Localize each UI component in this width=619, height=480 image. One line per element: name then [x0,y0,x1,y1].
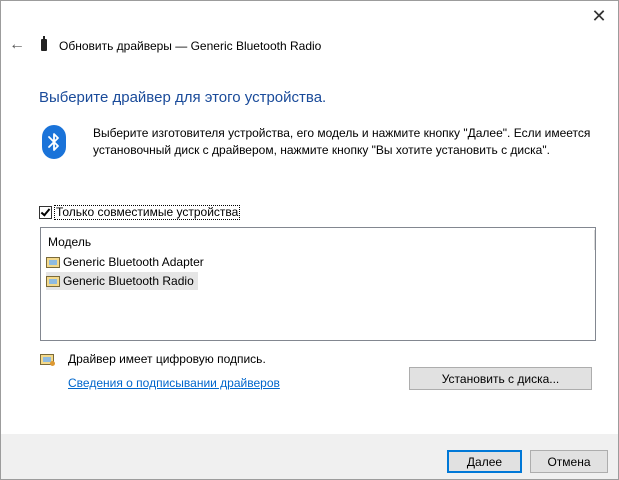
model-listbox[interactable]: Модель Generic Bluetooth Adapter Generic… [40,227,596,341]
model-column-header[interactable]: Модель [48,235,91,249]
instructions-text: Выберите изготовителя устройства, его мо… [93,126,591,157]
button-footer [1,434,618,479]
list-item-label: Generic Bluetooth Adapter [63,255,204,269]
compatible-only-checkbox-row[interactable]: Только совместимые устройства [39,205,241,220]
window-title: Обновить драйверы — Generic Bluetooth Ra… [59,39,322,53]
driver-chip-icon [46,256,60,268]
usb-device-icon [41,36,47,51]
compatible-only-label[interactable]: Только совместимые устройства [54,205,241,220]
install-from-disk-button[interactable]: Установить с диска... [409,367,592,390]
compatible-only-checkbox[interactable] [39,206,52,219]
page-heading: Выберите драйвер для этого устройства. [39,89,327,106]
update-driver-window: ✕ ← Обновить драйверы — Generic Bluetoot… [0,0,619,480]
signed-driver-icon [40,354,55,366]
list-header-divider [594,230,595,250]
signature-status-text: Драйвер имеет цифровую подпись. [68,352,266,366]
driver-signing-link[interactable]: Сведения о подписывании драйверов [68,376,280,390]
driver-chip-icon [46,275,60,287]
back-arrow-icon[interactable]: ← [9,37,25,53]
close-icon[interactable]: ✕ [590,7,608,25]
next-button[interactable]: Далее [447,450,522,473]
cancel-button[interactable]: Отмена [530,450,608,473]
list-item-selected[interactable]: Generic Bluetooth Radio [46,272,198,290]
bluetooth-icon [42,125,66,159]
list-item-label: Generic Bluetooth Radio [63,274,194,288]
list-item[interactable]: Generic Bluetooth Adapter [46,253,208,271]
